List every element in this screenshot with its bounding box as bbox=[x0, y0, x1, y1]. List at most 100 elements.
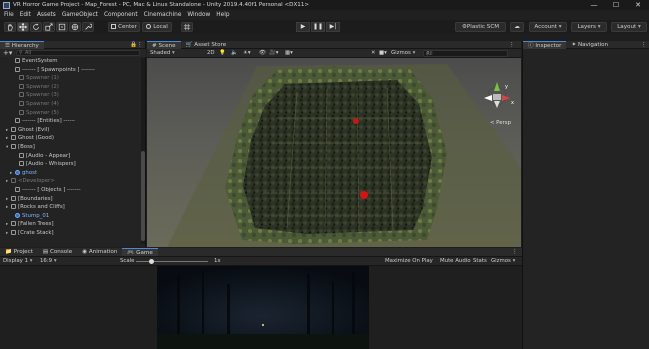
list-item[interactable]: ------- [ Spawnpoints ] ------- bbox=[10, 66, 150, 74]
svg-text:y: y bbox=[505, 84, 508, 90]
transform-tool-button[interactable] bbox=[69, 22, 81, 32]
pivot-icon bbox=[111, 24, 117, 29]
list-item[interactable]: EventSystem bbox=[10, 58, 150, 65]
hierarchy-search-input[interactable]: ⚲ All bbox=[16, 50, 140, 56]
scale-tool-button[interactable] bbox=[43, 22, 55, 32]
effects-toggle-icon[interactable]: ☀▾ bbox=[243, 50, 251, 56]
list-item[interactable]: [Audio - Appear] bbox=[14, 152, 154, 160]
plastic-scm-button[interactable]: ⚙Plastic SCM bbox=[455, 22, 506, 32]
scale-slider-track[interactable] bbox=[136, 261, 208, 262]
menu-assets[interactable]: Assets bbox=[37, 12, 56, 18]
list-item[interactable]: Spawner (5) bbox=[14, 109, 154, 117]
list-item[interactable]: Spawner (4) bbox=[14, 101, 154, 108]
list-item[interactable]: ▸ ghost bbox=[10, 169, 150, 177]
game-gizmos-dropdown[interactable]: Gizmos bbox=[491, 258, 515, 264]
menu-help[interactable]: Help bbox=[216, 12, 229, 18]
list-item[interactable]: [Audio - Whispers] bbox=[14, 161, 154, 168]
tab-hierarchy[interactable]: ☰ Hierarchy bbox=[0, 40, 44, 49]
scene-viewport[interactable]: y x < Persp bbox=[147, 58, 521, 247]
grid-snap-button[interactable] bbox=[181, 22, 193, 32]
list-item-label: EventSystem bbox=[22, 58, 58, 64]
pause-button[interactable]: ❚❚ bbox=[311, 22, 325, 32]
play-button[interactable]: ▶ bbox=[296, 22, 310, 32]
game-viewport[interactable] bbox=[157, 266, 369, 349]
mute-audio-toggle[interactable]: Mute Audio bbox=[440, 258, 471, 264]
tab-asset-store[interactable]: 🛒 Asset Store bbox=[181, 41, 232, 49]
custom-tool-button[interactable] bbox=[82, 22, 94, 32]
2d-toggle[interactable]: 2D bbox=[207, 50, 215, 56]
tab-animation[interactable]: ◉ Animation bbox=[77, 248, 122, 256]
shading-mode-dropdown[interactable]: Shaded bbox=[150, 50, 175, 56]
list-item[interactable]: ▾ [Boss] bbox=[6, 144, 146, 151]
maximize-button[interactable]: ☐ bbox=[605, 0, 627, 10]
collab-cloud-button[interactable]: ☁ bbox=[510, 22, 524, 32]
gameobject-icon bbox=[15, 66, 20, 72]
camera-dropdown-icon[interactable]: ■▾ bbox=[379, 50, 387, 56]
create-plus-button[interactable]: +▾ bbox=[3, 49, 12, 57]
menu-component[interactable]: Component bbox=[104, 12, 138, 18]
camera-settings-icon[interactable]: 🎥▾ bbox=[269, 50, 278, 56]
tab-game[interactable]: 🎮 Game bbox=[122, 248, 158, 256]
transform-icon bbox=[71, 23, 79, 31]
gameobject-icon bbox=[11, 230, 16, 235]
move-tool-button[interactable] bbox=[17, 22, 29, 32]
window-title: VR Horror Game Project - Map_Forest - PC… bbox=[13, 2, 310, 8]
rect-tool-button[interactable] bbox=[56, 22, 68, 32]
menu-file[interactable]: File bbox=[4, 12, 14, 18]
gizmos-dropdown[interactable]: Gizmos bbox=[391, 50, 415, 56]
list-item[interactable]: ▸ [Crate Stack] bbox=[6, 230, 146, 237]
tab-navigation[interactable]: ✦ Navigation bbox=[566, 41, 613, 49]
list-item[interactable]: ▸ [Boundaries] bbox=[6, 195, 146, 203]
minimize-button[interactable]: — bbox=[583, 0, 605, 10]
layers-dropdown[interactable]: Layers bbox=[571, 22, 607, 32]
list-item-label: <Developer> bbox=[18, 178, 55, 185]
list-item[interactable]: ▸ [Fallen Trees] bbox=[6, 221, 146, 228]
pivot-center-toggle[interactable]: Center bbox=[108, 22, 140, 32]
tab-project[interactable]: 📁 Project bbox=[0, 248, 38, 256]
hidden-objects-icon[interactable]: 👁 bbox=[259, 50, 266, 56]
panel-lock-icon[interactable]: ⋮ bbox=[641, 42, 647, 48]
tab-inspector[interactable]: ⓘ Inspector bbox=[523, 40, 567, 49]
svg-text:x: x bbox=[511, 100, 514, 106]
lighting-toggle-icon[interactable]: 💡 bbox=[219, 50, 226, 56]
scene-search-input[interactable]: ⚲ All bbox=[423, 50, 508, 57]
list-item[interactable]: ▸ Ghost (Good) bbox=[6, 135, 146, 142]
list-item[interactable]: Spawner (2) bbox=[14, 83, 154, 91]
pivot-space-toggle[interactable]: Local bbox=[142, 22, 172, 32]
list-item[interactable]: ▸ <Developer> bbox=[6, 178, 146, 185]
hand-tool-button[interactable] bbox=[4, 22, 16, 32]
list-item[interactable]: ▸ [Rocks and Cliffs] bbox=[6, 204, 146, 211]
hierarchy-scrollbar[interactable] bbox=[141, 58, 145, 244]
list-item[interactable]: Spawner (3) bbox=[14, 92, 154, 99]
tools-icon[interactable]: ✕ bbox=[371, 50, 376, 56]
panel-lock-icon[interactable]: 🔒⋮ bbox=[130, 42, 143, 48]
perspective-label[interactable]: < Persp bbox=[490, 120, 511, 126]
list-item[interactable]: Stump_01 bbox=[10, 212, 150, 220]
account-dropdown[interactable]: Account bbox=[529, 22, 567, 32]
menu-edit[interactable]: Edit bbox=[20, 12, 31, 18]
scene-menu-icon[interactable]: ⋮ bbox=[509, 42, 515, 48]
aspect-dropdown[interactable]: 16:9 bbox=[40, 258, 57, 264]
grid-toggle-icon[interactable]: ▦▾ bbox=[285, 50, 293, 56]
scrollbar-thumb[interactable] bbox=[141, 151, 145, 241]
menu-window[interactable]: Window bbox=[187, 12, 210, 18]
rotate-tool-button[interactable] bbox=[30, 22, 42, 32]
list-item-label: Ghost (Evil) bbox=[18, 126, 50, 133]
bottom-menu-icon[interactable]: ⋮ bbox=[512, 249, 518, 255]
close-button[interactable]: ✕ bbox=[627, 0, 649, 10]
step-button[interactable]: ▶| bbox=[326, 22, 340, 32]
menu-cinemachine[interactable]: Cinemachine bbox=[144, 12, 182, 18]
layout-dropdown[interactable]: Layout bbox=[611, 22, 647, 32]
list-item[interactable]: ------- [ Objects ] ------- bbox=[10, 187, 150, 194]
stats-toggle[interactable]: Stats bbox=[473, 258, 487, 264]
audio-toggle-icon[interactable]: 🔈 bbox=[231, 50, 238, 56]
menu-gameobject[interactable]: GameObject bbox=[62, 12, 98, 18]
list-item[interactable]: ▸ Ghost (Evil) bbox=[6, 126, 146, 134]
tab-console[interactable]: ▤ Console bbox=[38, 248, 77, 256]
list-item[interactable]: Spawner (1) bbox=[14, 75, 154, 82]
maximize-on-play-toggle[interactable]: Maximize On Play bbox=[385, 258, 433, 264]
display-dropdown[interactable]: Display 1 bbox=[3, 258, 32, 264]
list-item[interactable]: ------- [Entities] ------ bbox=[10, 118, 150, 125]
scale-slider-handle[interactable] bbox=[149, 259, 154, 264]
tab-scene[interactable]: # Scene bbox=[147, 40, 181, 49]
